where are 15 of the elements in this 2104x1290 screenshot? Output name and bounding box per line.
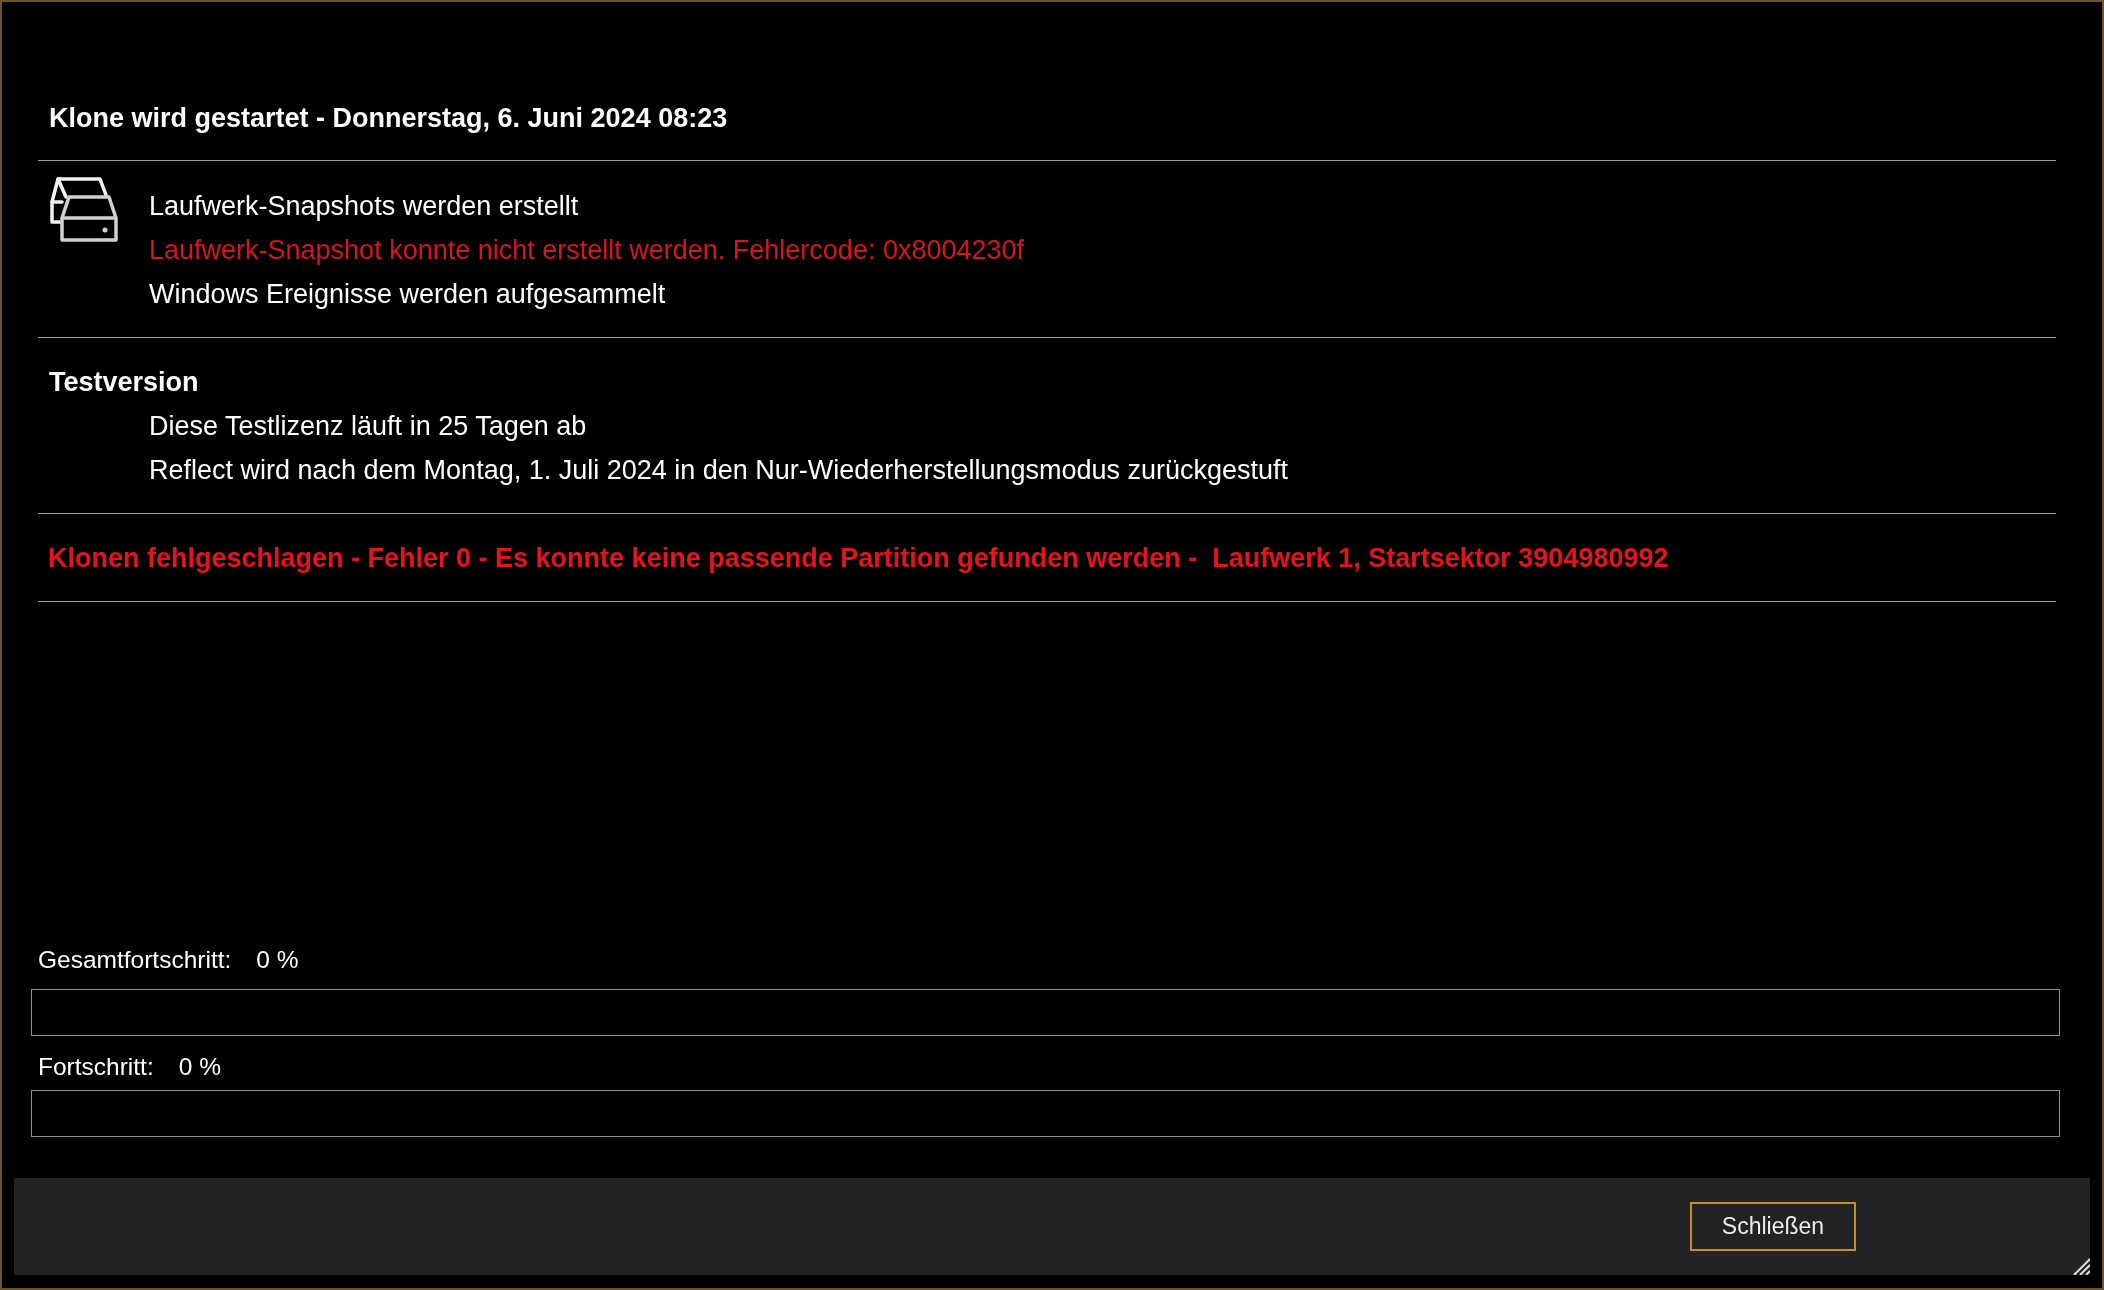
progress-percent: 0 % bbox=[178, 1052, 221, 1082]
error-message: Laufwerk-Snapshot konnte nicht erstellt werden. Fehlercode: 0x8004230f bbox=[149, 234, 1025, 267]
log-message: Reflect wird nach dem Montag, 1. Juli 2024 in den Nur-Wiederherstellungsmodus zurückgestuft bbox=[149, 454, 1290, 487]
section-heading: Testversion bbox=[48, 366, 200, 399]
log-title: Klone wird gestartet - Donnerstag, 6. Juni 2024 08:23 bbox=[48, 102, 729, 135]
progress-label: Gesamtfortschritt: bbox=[38, 945, 232, 975]
failure-message: Klonen fehlgeschlagen - Fehler 0 - Es konnte keine passende Partition gefunden werden - Laufwerk 1, Startsektor 3904980992 bbox=[47, 542, 1670, 575]
close-button[interactable]: Schließen bbox=[1690, 1202, 1856, 1251]
hard-drives-icon bbox=[50, 175, 119, 243]
progress-label: Fortschritt: bbox=[38, 1052, 154, 1082]
log-message: Diese Testlizenz läuft in 25 Tagen ab bbox=[149, 410, 588, 443]
log-message: Laufwerk-Snapshots werden erstellt bbox=[149, 190, 580, 223]
resize-grip-icon bbox=[2073, 1258, 2090, 1275]
progress-percent: 0 % bbox=[256, 945, 299, 975]
log-message: Windows Ereignisse werden aufgesammelt bbox=[149, 278, 667, 311]
